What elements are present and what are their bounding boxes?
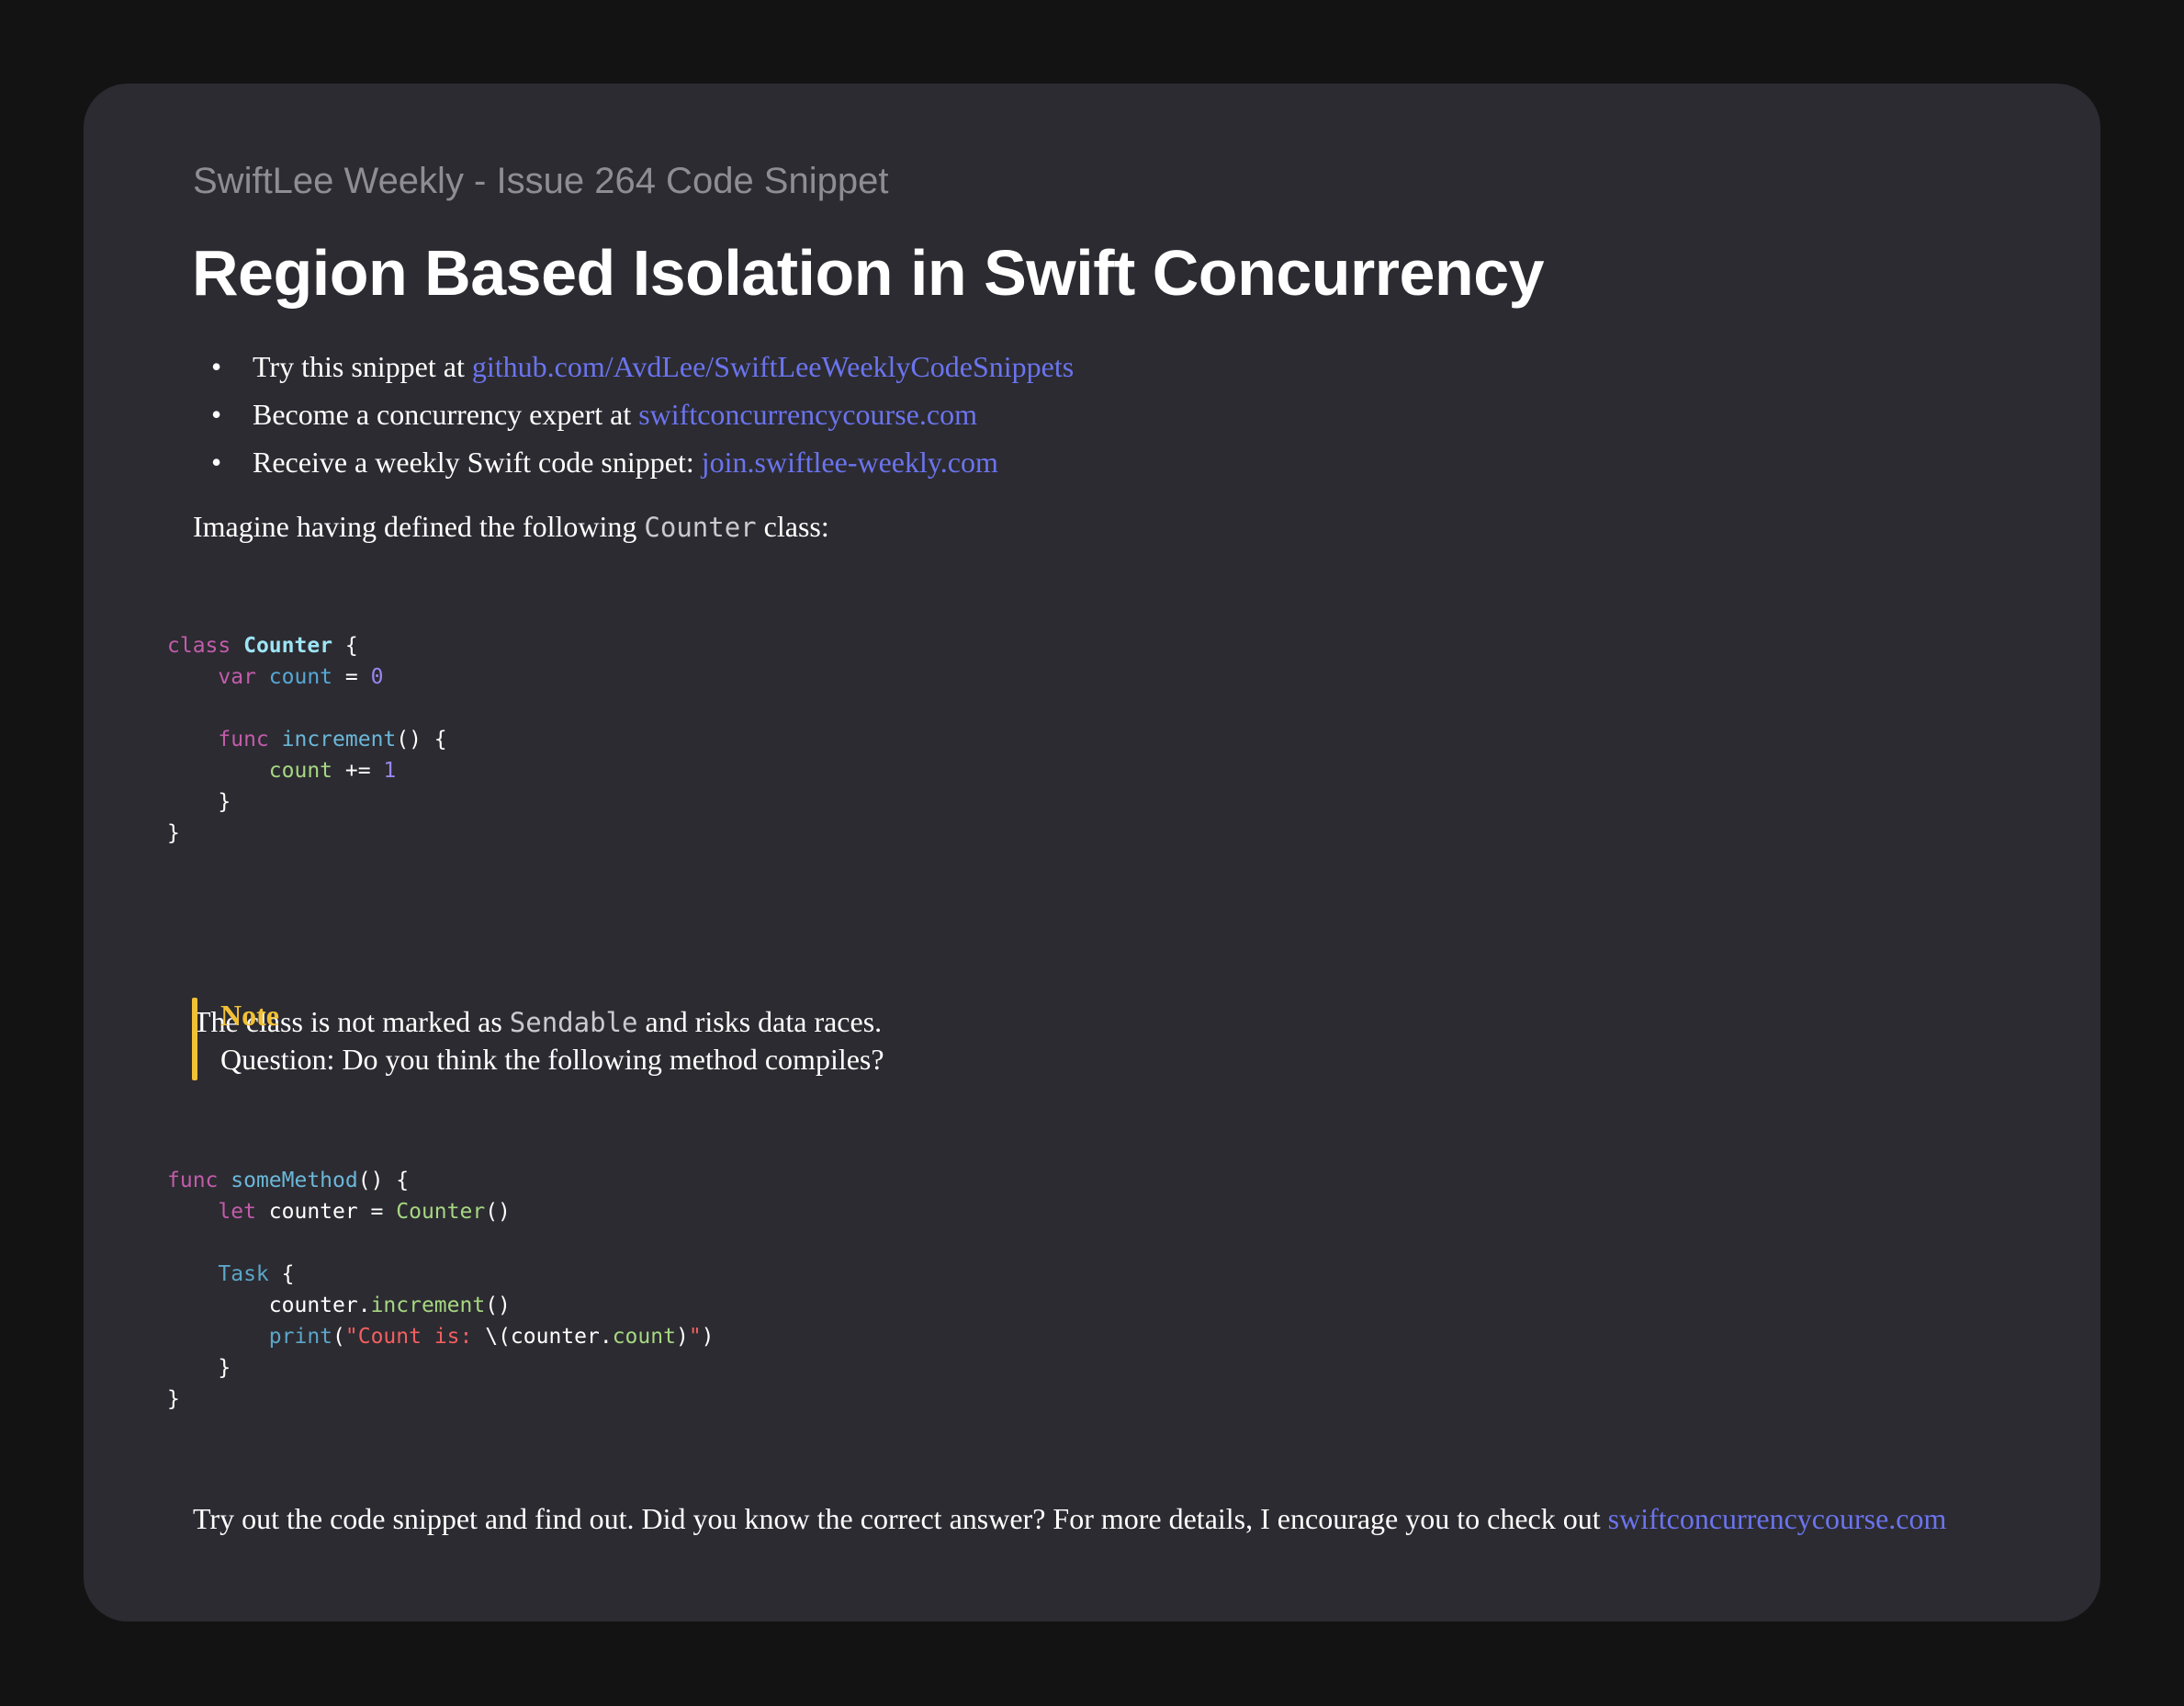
list-item: • Receive a weekly Swift code snippet: jo… — [211, 446, 998, 479]
code-line: counter.increment() — [167, 1294, 511, 1317]
note-body: Question: Do you think the following met… — [220, 1043, 884, 1076]
code-line: func someMethod() { — [167, 1169, 410, 1192]
note-accent-bar — [192, 998, 197, 1080]
code-line: } — [167, 1387, 180, 1411]
code-line: func increment() { — [218, 728, 447, 751]
code-line: Task { — [218, 1262, 295, 1286]
code-block-counter: class Counter { var count = 0 func incre… — [167, 630, 447, 849]
sendable-paragraph: The class is not marked as Sendable and … — [193, 1005, 883, 1038]
list-item: • Become a concurrency expert at swiftcon… — [211, 398, 977, 431]
code-line: let counter = Counter() — [218, 1200, 511, 1224]
intro-paragraph: Imagine having defined the following Cou… — [193, 510, 829, 543]
inline-code: Sendable — [509, 1007, 638, 1038]
newsletter-link[interactable]: join.swiftlee-weekly.com — [702, 446, 998, 479]
course-link[interactable]: swiftconcurrencycourse.com — [638, 398, 977, 431]
code-line: var count = 0 — [218, 665, 384, 689]
footer-paragraph: Try out the code snippet and find out. D… — [193, 1502, 1947, 1535]
github-link[interactable]: github.com/AvdLee/SwiftLeeWeeklyCodeSnip… — [472, 350, 1074, 383]
code-line: } — [167, 1356, 231, 1380]
resource-links-list: • Try this snippet at github.com/AvdLee/S… — [208, 343, 1074, 486]
code-line: } — [167, 790, 231, 814]
code-block-some-method: func someMethod() { let counter = Counte… — [167, 1165, 715, 1415]
course-link[interactable]: swiftconcurrencycourse.com — [1608, 1502, 1947, 1535]
code-line: class Counter { — [167, 634, 358, 658]
list-item: • Try this snippet at github.com/AvdLee/S… — [211, 350, 1075, 383]
note-title: Note — [220, 999, 279, 1032]
snippet-card: SwiftLee Weekly - Issue 264 Code Snippet… — [84, 84, 2100, 1621]
code-line: } — [167, 821, 180, 845]
inline-code: Counter — [644, 512, 757, 543]
code-line: count += 1 — [268, 759, 397, 783]
issue-subtitle: SwiftLee Weekly - Issue 264 Code Snippet — [193, 161, 889, 201]
code-line: print("Count is: \(counter.count)") — [268, 1325, 715, 1349]
page-title: Region Based Isolation in Swift Concurre… — [192, 237, 1545, 309]
